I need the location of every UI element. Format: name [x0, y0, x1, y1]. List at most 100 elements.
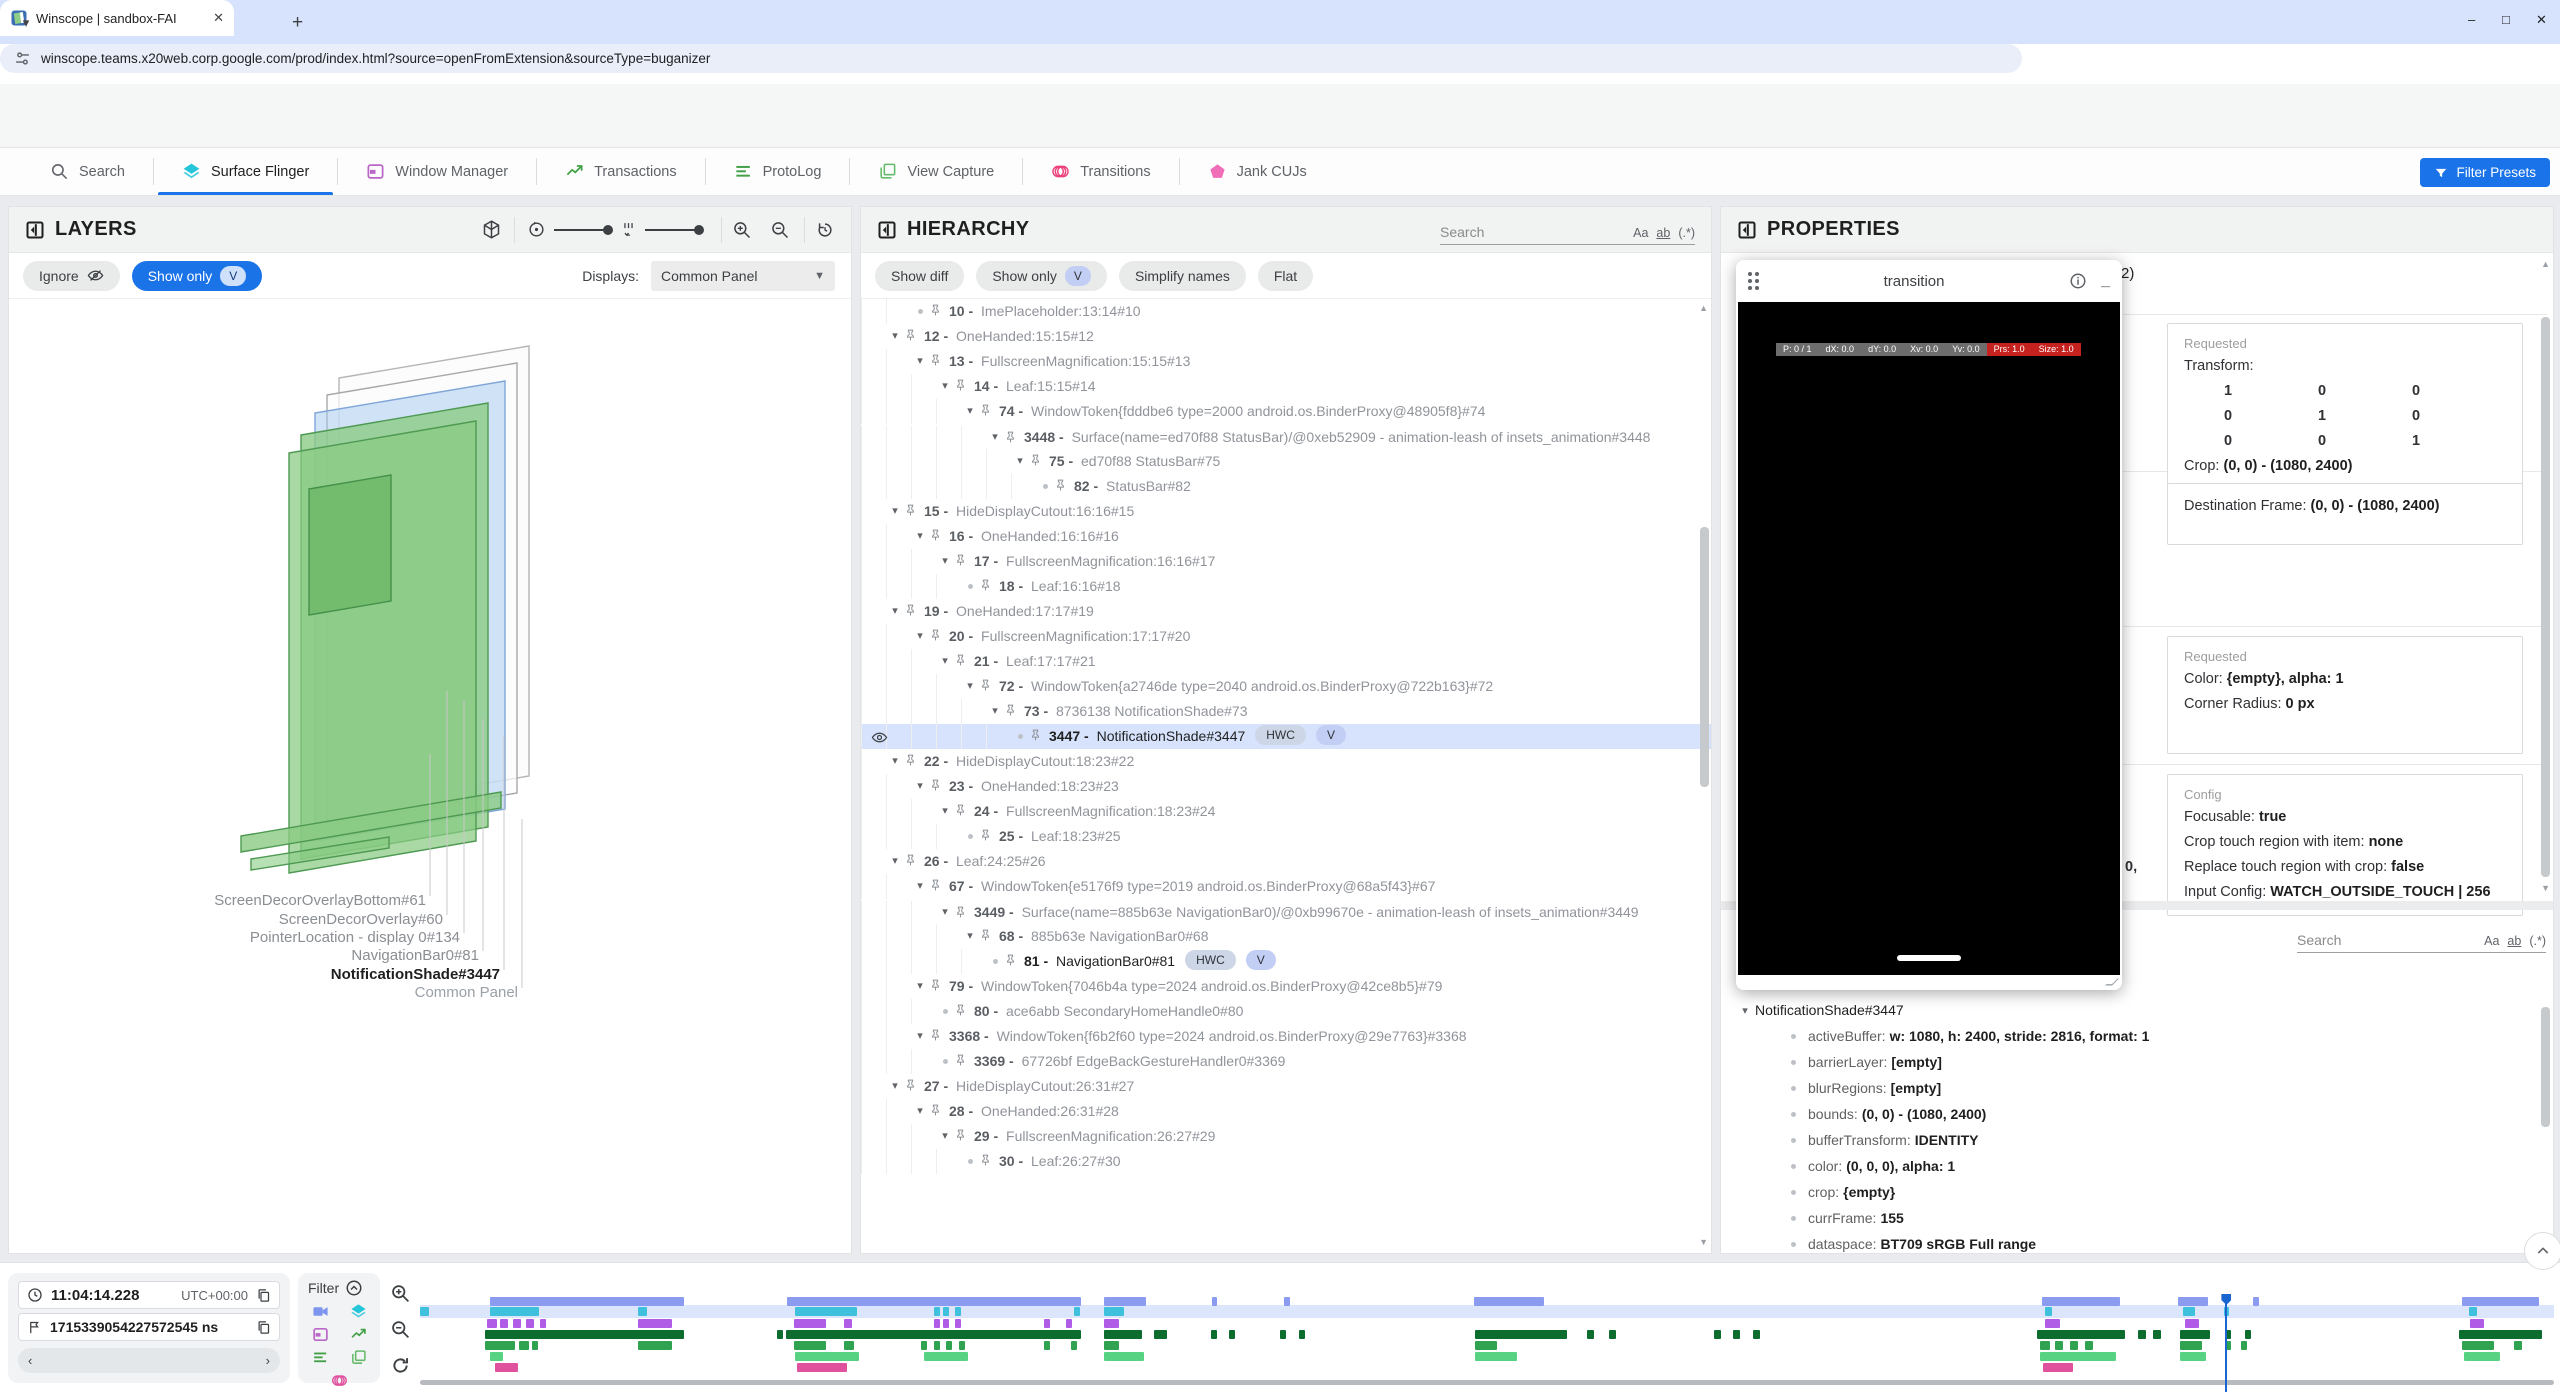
pin-icon[interactable] — [954, 901, 972, 919]
tree-node-27[interactable]: ▾27 - HideDisplayCutout:26:31#27 — [861, 1074, 1711, 1099]
pin-icon[interactable] — [954, 1049, 972, 1067]
proto-item[interactable]: bounds:(0, 0) - (1080, 2400) — [1721, 1101, 2553, 1127]
trace-entry[interactable] — [1280, 1330, 1286, 1339]
trace-entry[interactable] — [955, 1319, 961, 1328]
trace-entry[interactable] — [540, 1319, 546, 1328]
pin-icon[interactable] — [979, 824, 997, 842]
trace-entry[interactable] — [1475, 1330, 1567, 1339]
panel-dock-icon[interactable] — [877, 220, 897, 240]
trace-entry[interactable] — [2153, 1330, 2161, 1339]
overlay-header[interactable]: transition _ — [1736, 260, 2122, 302]
pin-icon[interactable] — [1029, 449, 1047, 467]
trace-entry[interactable] — [2514, 1341, 2522, 1350]
timeline-zoom-in-icon[interactable] — [390, 1283, 411, 1304]
proto-scrollbar[interactable] — [2541, 1007, 2550, 1127]
trace-entry[interactable] — [2045, 1307, 2052, 1316]
proto-item[interactable]: dataspace:BT709 sRGB Full range — [1721, 1231, 2553, 1253]
new-tab-button[interactable]: + — [292, 12, 303, 34]
match-word-icon[interactable]: ab — [1656, 226, 1670, 240]
tree-node-3449[interactable]: ▾3449 - Surface(name=885b63e NavigationB… — [861, 899, 1711, 924]
tree-node-68[interactable]: ▾68 - 885b63e NavigationBar0#68 — [861, 924, 1711, 949]
trace-entry[interactable] — [1104, 1307, 1124, 1316]
pin-icon[interactable] — [904, 749, 922, 767]
spacing-slider[interactable] — [645, 229, 703, 231]
trace-entry[interactable] — [794, 1319, 826, 1328]
expand-arrow-icon[interactable]: ▾ — [961, 399, 979, 424]
timeline-scrollbar[interactable] — [420, 1380, 2554, 1385]
show-only-visible-button[interactable]: Show only V — [132, 261, 263, 291]
human-time-row[interactable]: 11:04:14.228 UTC+00:00 — [18, 1281, 280, 1309]
trace-entry[interactable] — [638, 1341, 672, 1350]
trace-entry[interactable] — [924, 1352, 969, 1361]
expand-arrow-icon[interactable]: ▾ — [936, 1124, 954, 1149]
trace-entry[interactable] — [2045, 1319, 2060, 1328]
pin-icon[interactable] — [1004, 949, 1022, 967]
layer-label[interactable]: NavigationBar0#81 — [351, 947, 479, 964]
expand-arrow-icon[interactable]: ▾ — [986, 426, 1004, 449]
tree-node-3368[interactable]: ▾3368 - WindowToken{f6b2f60 type=2024 an… — [861, 1024, 1711, 1049]
trace-entry[interactable] — [1714, 1330, 1721, 1339]
track-transactions[interactable] — [420, 1330, 2554, 1339]
tree-node-16[interactable]: ▾16 - OneHanded:16:16#16 — [861, 524, 1711, 549]
timeline-tracks[interactable] — [420, 1293, 2554, 1379]
layer-label[interactable]: ScreenDecorOverlayBottom#61 — [214, 892, 426, 909]
trace-entry[interactable] — [519, 1341, 529, 1350]
info-icon[interactable] — [2069, 272, 2087, 290]
trace-entry[interactable] — [844, 1319, 852, 1328]
trace-entry[interactable] — [1104, 1297, 1146, 1306]
scroll-up-icon[interactable]: ▲ — [1699, 303, 1708, 313]
timeline-cursor[interactable] — [2225, 1294, 2227, 1392]
match-case-icon[interactable]: Aa — [2484, 934, 2499, 948]
trace-entry[interactable] — [513, 1319, 521, 1328]
trace-entry[interactable] — [2180, 1341, 2202, 1350]
copy-icon[interactable] — [256, 1320, 271, 1335]
trace-entry[interactable] — [532, 1341, 538, 1350]
trace-entry[interactable] — [787, 1297, 1081, 1306]
tree-node-79[interactable]: ▾79 - WindowToken{7046b4a type=2024 andr… — [861, 974, 1711, 999]
trace-entry[interactable] — [490, 1297, 684, 1306]
pin-icon[interactable] — [929, 624, 947, 642]
pin-icon[interactable] — [979, 399, 997, 417]
trace-entry[interactable] — [1074, 1307, 1080, 1316]
resize-handle-icon[interactable] — [2105, 979, 2119, 986]
trace-entry[interactable] — [797, 1363, 847, 1372]
pin-icon[interactable] — [904, 599, 922, 617]
trace-entry[interactable] — [485, 1341, 515, 1350]
pin-icon[interactable] — [954, 999, 972, 1017]
tree-node-23[interactable]: ▾23 - OneHanded:18:23#23 — [861, 774, 1711, 799]
tree-node-10[interactable]: 10 - ImePlaceholder:13:14#10 — [861, 299, 1711, 324]
trace-entry[interactable] — [1104, 1341, 1119, 1350]
tree-node-13[interactable]: ▾13 - FullscreenMagnification:15:15#13 — [861, 349, 1711, 374]
trace-entry[interactable] — [1753, 1330, 1760, 1339]
expand-arrow-icon[interactable]: ▾ — [886, 749, 904, 774]
zoom-in-icon[interactable] — [732, 220, 752, 240]
drag-handle-icon[interactable] — [1748, 272, 1759, 290]
timeline-reset-zoom-icon[interactable] — [390, 1355, 411, 1376]
expand-arrow-icon[interactable]: ▾ — [911, 524, 929, 549]
tab-view-capture[interactable]: View Capture — [850, 148, 1022, 195]
trace-entry[interactable] — [2469, 1307, 2477, 1316]
expand-arrow-icon[interactable]: ▾ — [936, 649, 954, 674]
layer-label[interactable]: NotificationShade#3447 — [331, 966, 500, 983]
window-close-icon[interactable]: ✕ — [2536, 12, 2547, 28]
pin-icon[interactable] — [929, 774, 947, 792]
surface-flinger-filter-icon[interactable] — [350, 1303, 367, 1320]
proto-item[interactable]: blurRegions:[empty] — [1721, 1075, 2553, 1101]
trace-entry[interactable] — [795, 1352, 859, 1361]
layer-rect[interactable] — [309, 475, 391, 615]
expand-arrow-icon[interactable]: ▾ — [911, 1024, 929, 1049]
trace-entry[interactable] — [1044, 1341, 1050, 1350]
displays-select[interactable]: Common Panel▼ — [651, 261, 835, 291]
tree-node-17[interactable]: ▾17 - FullscreenMagnification:16:16#17 — [861, 549, 1711, 574]
tree-node-19[interactable]: ▾19 - OneHanded:17:17#19 — [861, 599, 1711, 624]
pin-icon[interactable] — [904, 1074, 922, 1092]
tab-transitions[interactable]: Transitions — [1023, 148, 1178, 195]
expand-arrow-icon[interactable]: ▾ — [911, 624, 929, 649]
tree-node-72[interactable]: ▾72 - WindowToken{a2746de type=2040 andr… — [861, 674, 1711, 699]
pin-icon[interactable] — [904, 499, 922, 517]
trace-entry[interactable] — [1104, 1330, 1142, 1339]
reset-view-icon[interactable] — [815, 220, 835, 240]
pin-icon[interactable] — [929, 974, 947, 992]
pin-icon[interactable] — [929, 299, 947, 317]
panel-dock-icon[interactable] — [1737, 220, 1757, 240]
